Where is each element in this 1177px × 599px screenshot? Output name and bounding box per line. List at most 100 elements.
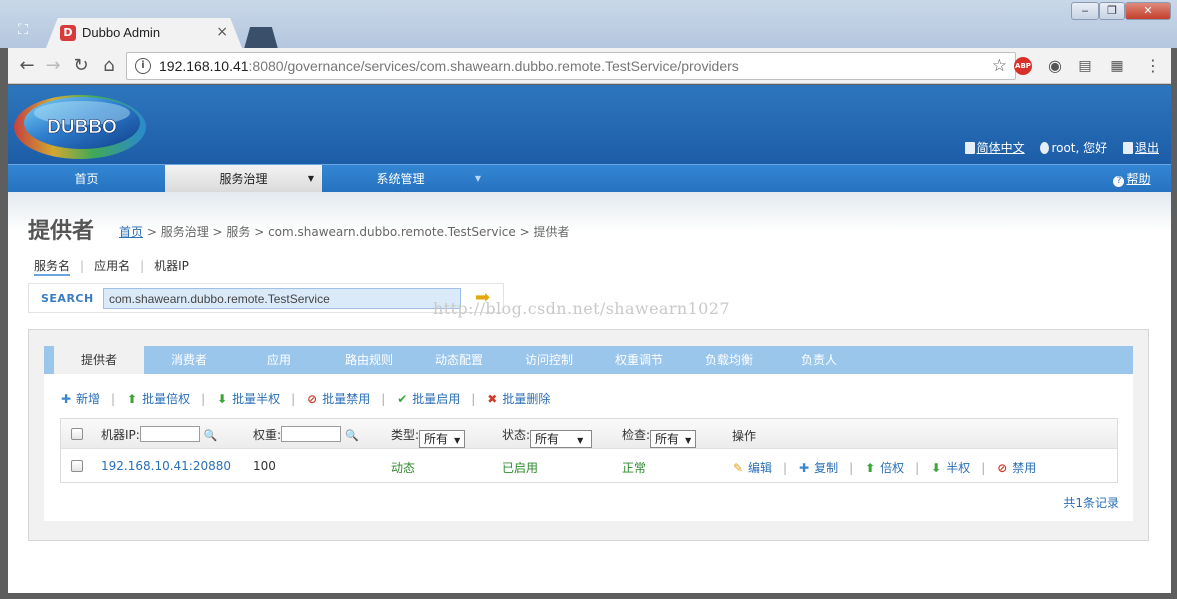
breadcrumb-path: > 服务治理 > 服务 > com.shawearn.dubbo.remote.… bbox=[143, 225, 570, 239]
user-greeting: root, 您好 bbox=[1040, 141, 1107, 155]
search-tab-ip[interactable]: 机器IP bbox=[154, 257, 189, 274]
browser-toolbar: ← → ↻ ⌂ i 192.168.10.41:8080/governance/… bbox=[8, 48, 1171, 84]
copy-action[interactable]: ✚ 复制 bbox=[798, 459, 838, 476]
half-weight-action[interactable]: ⬇ 半权 bbox=[930, 459, 970, 476]
pencil-icon: ✎ bbox=[732, 461, 744, 475]
table-row: 192.168.10.41:20880 100 动态 已启用 正常 ✎ 编辑 | ✚ 复… bbox=[61, 449, 1117, 482]
check-filter-label: 检查: bbox=[622, 428, 651, 442]
batch-action-label: 批量倍权 bbox=[142, 392, 191, 406]
divider: | bbox=[849, 461, 854, 475]
breadcrumb-home-link[interactable]: 首页 bbox=[119, 225, 143, 239]
weight-filter-label: 权重: bbox=[253, 428, 282, 442]
arrow-up-icon: ⬆ bbox=[127, 392, 138, 406]
tab-access[interactable]: 访问控制 bbox=[504, 346, 594, 374]
divider: | bbox=[80, 259, 85, 273]
adblock-icon[interactable]: ABP bbox=[1014, 57, 1032, 75]
batch-action-5[interactable]: ✖ 批量删除 bbox=[486, 390, 550, 407]
batch-action-0[interactable]: ✚ 新增 bbox=[60, 390, 100, 407]
search-input[interactable] bbox=[103, 288, 461, 309]
caret-down-icon: ▼ bbox=[474, 174, 481, 183]
window-maximize-button[interactable]: ❐ bbox=[1099, 2, 1125, 20]
search-icon[interactable]: 🔍 bbox=[204, 429, 218, 442]
table-header: 机器IP: 🔍 权重: 🔍 类型: 所有 ▼ 状态: 所有 ▼ 检查: 所有 ▼ 操作 bbox=[61, 419, 1117, 449]
status-filter-value: 所有 bbox=[535, 432, 560, 446]
url-host: 192.168.10.41 bbox=[159, 58, 249, 74]
tab-owners[interactable]: 负责人 bbox=[774, 346, 864, 374]
provider-type: 动态 bbox=[391, 461, 416, 475]
disable-action[interactable]: ⊘ 禁用 bbox=[996, 459, 1036, 476]
search-icon[interactable]: 🔍 bbox=[345, 429, 359, 442]
tab-close-icon[interactable]: × bbox=[216, 24, 228, 40]
tab-providers[interactable]: 提供者 bbox=[54, 346, 144, 374]
tab-weights[interactable]: 权重调节 bbox=[594, 346, 684, 374]
batch-actions: ✚ 新增 | ⬆ 批量倍权 | ⬇ 批量半权 | ⊘ 批量禁用 | ✔ 批量启用 | ✖ 批量删除 bbox=[60, 390, 550, 407]
page-viewport: DUBBO 简体中文 root, 您好 退出 首页 服务治理 ▼ 系统管理 ▼ ? 帮… bbox=[8, 85, 1171, 593]
half-weight-label: 半权 bbox=[946, 461, 971, 475]
batch-action-1[interactable]: ⬆ 批量倍权 bbox=[126, 390, 190, 407]
search-type-tabs: 服务名 | 应用名 | 机器IP bbox=[34, 257, 189, 276]
select-all-checkbox[interactable] bbox=[71, 428, 83, 440]
batch-action-2[interactable]: ⬇ 批量半权 bbox=[216, 390, 280, 407]
search-label: SEARCH bbox=[41, 292, 94, 305]
browser-tab-dubbo-admin[interactable]: D Dubbo Admin × bbox=[46, 18, 242, 48]
tab-applications[interactable]: 应用 bbox=[234, 346, 324, 374]
menu-item-home[interactable]: 首页 bbox=[8, 165, 165, 193]
info-icon[interactable]: i bbox=[135, 58, 151, 74]
copy-label: 复制 bbox=[814, 461, 839, 475]
reload-icon[interactable]: ↻ bbox=[70, 55, 92, 77]
disable-label: 禁用 bbox=[1012, 461, 1037, 475]
page-title: 提供者 bbox=[28, 219, 95, 244]
batch-action-3[interactable]: ⊘ 批量禁用 bbox=[306, 390, 370, 407]
arrow-up-icon: ⬆ bbox=[865, 461, 876, 475]
menu-item-system[interactable]: 系统管理 ▼ bbox=[322, 165, 481, 193]
search-tab-service[interactable]: 服务名 bbox=[34, 257, 71, 276]
tab-consumers[interactable]: 消费者 bbox=[144, 346, 234, 374]
check-filter-select[interactable]: 所有 ▼ bbox=[650, 430, 697, 448]
ip-filter: 机器IP: 🔍 bbox=[101, 426, 218, 443]
edit-label: 编辑 bbox=[748, 461, 773, 475]
back-icon[interactable]: ← bbox=[16, 55, 38, 77]
type-filter-select[interactable]: 所有 ▼ bbox=[419, 430, 466, 448]
status-filter-select[interactable]: 所有 ▼ bbox=[530, 430, 593, 448]
providers-panel: 提供者 消费者 应用 路由规则 动态配置 访问控制 权重调节 负载均衡 负责人 … bbox=[28, 329, 1149, 541]
tab-overrides[interactable]: 动态配置 bbox=[414, 346, 504, 374]
caret-down-icon: ▼ bbox=[685, 436, 692, 445]
window-close-button[interactable]: ✕ bbox=[1125, 2, 1171, 20]
row-operations: ✎ 编辑 | ✚ 复制 | ⬆ 倍权 | ⬇ 半权 | ⊘ 禁用 bbox=[732, 459, 1036, 476]
language-link[interactable]: 简体中文 bbox=[964, 141, 1025, 155]
reader-icon[interactable]: ▤ bbox=[1076, 57, 1094, 75]
menu-item-help[interactable]: ? 帮助 bbox=[1107, 165, 1157, 193]
double-weight-action[interactable]: ⬆ 倍权 bbox=[864, 459, 904, 476]
caret-down-icon: ▼ bbox=[577, 436, 584, 445]
dubbo-logo[interactable]: DUBBO bbox=[10, 89, 152, 161]
row-checkbox[interactable] bbox=[71, 460, 83, 472]
batch-action-4[interactable]: ✔ 批量启用 bbox=[396, 390, 460, 407]
plus-icon: ✚ bbox=[60, 392, 72, 406]
tab-routes[interactable]: 路由规则 bbox=[324, 346, 414, 374]
new-tab-button[interactable] bbox=[244, 27, 278, 49]
home-icon[interactable]: ⌂ bbox=[98, 55, 120, 77]
weight-filter-input[interactable] bbox=[281, 426, 342, 442]
address-bar[interactable]: i 192.168.10.41:8080/governance/services… bbox=[126, 52, 1016, 80]
forward-icon[interactable]: → bbox=[42, 55, 64, 77]
search-tab-application[interactable]: 应用名 bbox=[94, 257, 130, 274]
qr-code-icon[interactable]: ▦ bbox=[1108, 57, 1126, 75]
tab-loadbalance[interactable]: 负载均衡 bbox=[684, 346, 774, 374]
url-text[interactable]: 192.168.10.41:8080/governance/services/c… bbox=[159, 58, 739, 74]
watermark: http://blog.csdn.net/shawearn1027 bbox=[433, 299, 730, 318]
star-icon[interactable]: ☆ bbox=[992, 56, 1007, 76]
extension-circle-icon[interactable]: ◉ bbox=[1046, 57, 1064, 75]
menu-icon[interactable]: ⋮ bbox=[1144, 57, 1162, 75]
menu-item-governance[interactable]: 服务治理 ▼ bbox=[165, 165, 322, 193]
logout-link[interactable]: 退出 bbox=[1122, 141, 1159, 155]
provider-address-link[interactable]: 192.168.10.41:20880 bbox=[101, 459, 231, 473]
divider: | bbox=[111, 392, 116, 406]
ops-header: 操作 bbox=[732, 429, 757, 443]
window-minimize-button[interactable]: ‒ bbox=[1071, 2, 1099, 20]
url-path: :8080/governance/services/com.shawearn.d… bbox=[248, 58, 739, 74]
edit-action[interactable]: ✎ 编辑 bbox=[732, 459, 772, 476]
ip-filter-input[interactable] bbox=[139, 426, 200, 442]
help-icon: ? bbox=[1113, 176, 1125, 187]
browser-title-bar: ⛶ D Dubbo Admin × ‒ ❐ ✕ bbox=[0, 0, 1177, 49]
plus-icon: ✚ bbox=[799, 461, 810, 475]
